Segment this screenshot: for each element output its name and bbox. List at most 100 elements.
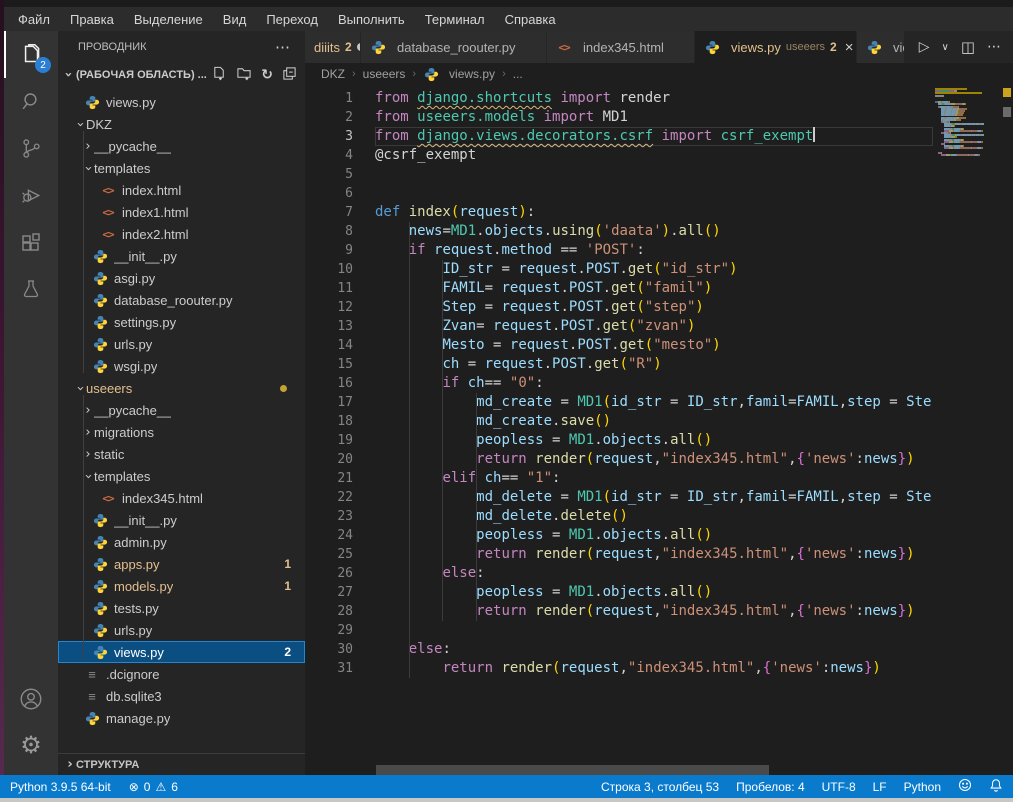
tab-vie[interactable]: vie [857,31,905,63]
tab-index345-html[interactable]: <>index345.html [547,31,695,63]
tree-item-apps-py[interactable]: apps.py1 [58,553,305,575]
run-debug-icon[interactable] [4,172,58,219]
tree-item--init-py[interactable]: __init__.py [58,245,305,267]
code-line-4: @csrf_exempt [375,146,933,165]
line-number: 2 [305,108,375,127]
breadcrumb-separator: › [412,68,416,80]
explorer-icon[interactable]: 2 [4,31,58,78]
workspace-label: (РАБОЧАЯ ОБЛАСТЬ) ... [76,69,207,81]
tree-item-index2-html[interactable]: <>index2.html [58,223,305,245]
problems-indicator[interactable]: ⊗ 0 ⚠ 6 [129,780,178,794]
editor-more-actions-icon[interactable]: ⋯ [987,39,1001,55]
breadcrumb-item-4[interactable]: ... [513,67,523,81]
tree-item--init-py[interactable]: __init__.py [58,509,305,531]
run-dropdown-icon[interactable]: ∨ [941,42,948,53]
tree-item-models-py[interactable]: models.py1 [58,575,305,597]
eol-sequence[interactable]: LF [873,780,887,794]
notifications-bell-icon[interactable] [989,778,1003,795]
indent-guide [476,393,477,621]
breadcrumb-item-1[interactable]: DKZ [321,67,345,81]
search-icon[interactable] [4,78,58,125]
tree-item-templates[interactable]: ›templates [58,157,305,179]
close-tab-icon[interactable]: × [845,39,854,56]
tree-item--dcignore[interactable]: ≡.dcignore [58,663,305,685]
outline-label: СТРУКТУРА [76,759,139,771]
code-line-30: else: [375,640,933,659]
menu-5[interactable]: Переход [256,10,328,29]
indent-guide [442,260,443,621]
run-button[interactable]: ▷ [919,39,930,55]
tree-item-tests-py[interactable]: tests.py [58,597,305,619]
menu-6[interactable]: Выполнить [328,10,415,29]
source-control-icon[interactable] [4,125,58,172]
collapse-all-icon[interactable] [282,66,297,84]
testing-icon[interactable] [4,266,58,313]
breadcrumb-item-3[interactable]: views.py [423,67,495,82]
settings-gear-icon[interactable]: ⚙ [4,722,58,769]
indentation[interactable]: Пробелов: 4 [736,780,805,794]
tree-item-db-sqlite3[interactable]: ≡db.sqlite3 [58,685,305,707]
tree-item-urls-py[interactable]: urls.py [58,333,305,355]
tree-item-static[interactable]: ›static [58,443,305,465]
feedback-smiley-icon[interactable] [958,778,972,795]
new-folder-icon[interactable] [236,66,252,84]
tab-database-roouter-py[interactable]: database_roouter.py [361,31,547,63]
tree-item-migrations[interactable]: ›migrations [58,421,305,443]
tree-item-index345-html[interactable]: <>index345.html [58,487,305,509]
tab-views-py[interactable]: views.pyuseeers2× [695,31,857,63]
tree-item-wsgi-py[interactable]: wsgi.py [58,355,305,377]
outline-section-header[interactable]: › СТРУКТУРА [58,753,305,775]
menu-4[interactable]: Вид [213,10,257,29]
workspace-section-header[interactable]: › (РАБОЧАЯ ОБЛАСТЬ) ... ↻ [58,62,305,87]
new-file-icon[interactable] [212,66,227,84]
menu-3[interactable]: Выделение [124,10,213,29]
line-number: 26 [305,564,375,583]
modified-dot-badge [280,385,287,392]
tree-item--pycache-[interactable]: ›__pycache__ [58,399,305,421]
line-number: 6 [305,184,375,203]
breadcrumb-item-2[interactable]: useeers [363,67,406,81]
tree-item--pycache-[interactable]: ›__pycache__ [58,135,305,157]
extensions-icon[interactable] [4,219,58,266]
line-number: 23 [305,507,375,526]
tree-item-database-roouter-py[interactable]: database_roouter.py [58,289,305,311]
line-number: 10 [305,260,375,279]
tree-item-asgi-py[interactable]: asgi.py [58,267,305,289]
horizontal-scrollbar[interactable] [376,765,769,775]
menu-8[interactable]: Справка [495,10,566,29]
encoding[interactable]: UTF-8 [822,780,856,794]
language-mode[interactable]: Python [904,780,941,794]
tree-item-views-py[interactable]: views.py [58,91,305,113]
tree-item-manage-py[interactable]: manage.py [58,707,305,729]
tree-item-dkz[interactable]: ›DKZ [58,113,305,135]
explorer-more-actions-icon[interactable]: ⋯ [275,38,291,56]
line-number: 8 [305,222,375,241]
activity-bar: 2 [4,31,58,775]
tree-item-views-py[interactable]: views.py2 [58,641,305,663]
tree-item-admin-py[interactable]: admin.py [58,531,305,553]
menu-1[interactable]: Файл [8,10,60,29]
tab-problems-badge: 2 [345,40,352,54]
tree-item-useeers[interactable]: ›useeers [58,377,305,399]
breadcrumb: DKZ›useeers›views.py›... [305,63,1013,85]
code-line-9: if request.method == 'POST': [375,241,933,260]
code-line-31: return render(request,"index345.html",{'… [375,659,933,678]
code-editor[interactable]: 1234567891011121314151617181920212223242… [305,85,1013,775]
account-icon[interactable] [4,675,58,722]
split-editor-icon[interactable]: ◫ [961,38,975,56]
menu-2[interactable]: Правка [60,10,124,29]
tree-item-index1-html[interactable]: <>index1.html [58,201,305,223]
tree-item-templates[interactable]: ›templates [58,465,305,487]
tab-diiits[interactable]: diiits2 [305,31,361,63]
refresh-icon[interactable]: ↻ [261,67,273,83]
tree-item-index-html[interactable]: <>index.html [58,179,305,201]
html-icon: <> [100,228,116,241]
python-interpreter[interactable]: Python 3.9.5 64-bit [10,780,111,794]
tree-item-settings-py[interactable]: settings.py [58,311,305,333]
cursor-position[interactable]: Строка 3, столбец 53 [601,780,719,794]
tree-item-urls-py[interactable]: urls.py [58,619,305,641]
python-icon [92,337,108,352]
minimap[interactable] [933,88,1000,168]
menu-7[interactable]: Терминал [415,10,495,29]
chevron-down-icon: › [61,69,76,81]
